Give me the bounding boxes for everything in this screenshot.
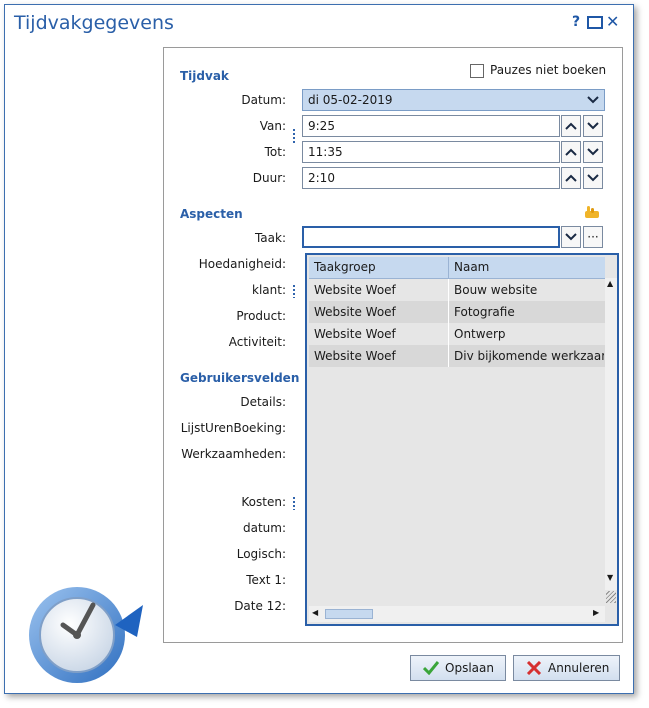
section-tijdvak: Tijdvak: [180, 69, 229, 83]
van-up-button[interactable]: [561, 115, 581, 137]
chevron-down-icon: [587, 122, 599, 130]
column-divider: [448, 323, 449, 345]
scroll-down-icon[interactable]: ▼: [607, 574, 613, 582]
column-header-taakgroep[interactable]: Taakgroep: [314, 260, 376, 274]
chevron-up-icon: [565, 148, 577, 156]
column-divider: [448, 345, 449, 367]
list-item-taakgroep: Website Woef: [314, 327, 396, 341]
close-icon: [526, 661, 542, 675]
chevron-up-icon: [565, 174, 577, 182]
column-divider[interactable]: [448, 257, 449, 278]
list-item[interactable]: Website Woef Ontwerp: [309, 323, 605, 345]
horizontal-scroll-thumb[interactable]: [325, 609, 373, 619]
form-panel: Tijdvak Pauzes niet boeken Datum: di 05-…: [163, 47, 623, 643]
product-label: Product:: [236, 309, 286, 323]
tot-label: Tot:: [264, 145, 286, 159]
window-title: Tijdvakgegevens: [14, 12, 174, 34]
list-item-taakgroep: Website Woef: [314, 305, 396, 319]
chevron-down-icon: [587, 174, 599, 182]
column-divider: [448, 279, 449, 301]
resize-grip-icon[interactable]: [606, 591, 616, 603]
lijst-label: LijstUrenBoeking:: [180, 421, 286, 435]
dropdown-header: Taakgroep Naam: [309, 257, 605, 279]
activiteit-label: Activiteit:: [228, 335, 286, 349]
taak-browse-button[interactable]: ···: [583, 226, 603, 248]
datum-value: di 05-02-2019: [308, 93, 393, 107]
taak-label: Taak:: [254, 231, 286, 245]
list-item-naam: Ontwerp: [454, 327, 506, 341]
drag-handle-icon[interactable]: [293, 284, 295, 298]
vertical-scrollbar[interactable]: ▲ ▼: [605, 278, 617, 590]
taak-dropdown-list: Taakgroep Naam Website Woef Bouw website…: [305, 253, 619, 626]
title-bar: Tijdvakgegevens ? ✕: [5, 5, 633, 43]
chevron-up-icon: [565, 122, 577, 130]
list-item[interactable]: Website Woef Div bijkomende werkzaam: [309, 345, 605, 367]
logisch-label: Logisch:: [236, 547, 286, 561]
list-item[interactable]: Website Woef Bouw website: [309, 279, 605, 301]
list-item-naam: Fotografie: [454, 305, 515, 319]
section-aspecten: Aspecten: [180, 207, 243, 221]
scroll-left-icon[interactable]: ◀: [312, 609, 318, 617]
list-item[interactable]: Website Woef Fotografie: [309, 301, 605, 323]
scroll-right-icon[interactable]: ▶: [593, 609, 599, 617]
save-button-label: Opslaan: [445, 661, 494, 675]
column-header-naam[interactable]: Naam: [454, 260, 489, 274]
van-label: Van:: [259, 119, 286, 133]
dialog-window: Tijdvakgegevens ? ✕ Tijdvak Pauzes niet …: [4, 4, 634, 694]
hoedanigheid-label: Hoedanigheid:: [198, 257, 286, 271]
gv-datum-label: datum:: [242, 521, 286, 535]
pauzes-checkbox[interactable]: [470, 64, 484, 78]
list-item-naam: Bouw website: [454, 283, 538, 297]
drag-handle-icon[interactable]: [293, 496, 295, 510]
duur-up-button[interactable]: [561, 167, 581, 189]
column-divider: [448, 301, 449, 323]
tot-input[interactable]: 11:35: [302, 141, 560, 163]
list-item-naam: Div bijkomende werkzaam: [454, 349, 604, 363]
close-button[interactable]: ✕: [606, 14, 619, 30]
klant-label: klant:: [252, 283, 286, 297]
werkzaamheden-label: Werkzaamheden:: [181, 447, 286, 461]
clock-icon: [19, 575, 149, 685]
datum-label: Datum:: [241, 93, 286, 107]
duur-input[interactable]: 2:10: [302, 167, 560, 189]
datum-select[interactable]: di 05-02-2019: [302, 89, 605, 111]
van-down-button[interactable]: [583, 115, 603, 137]
pauzes-label: Pauzes niet boeken: [490, 63, 607, 77]
hand-icon[interactable]: [584, 205, 602, 219]
scroll-up-icon[interactable]: ▲: [607, 280, 613, 288]
taak-dropdown-button[interactable]: [561, 226, 581, 248]
details-label: Details:: [240, 395, 286, 409]
cancel-button[interactable]: Annuleren: [513, 655, 620, 681]
chevron-down-icon: [565, 233, 577, 241]
kosten-label: Kosten:: [241, 495, 286, 509]
tot-up-button[interactable]: [561, 141, 581, 163]
maximize-button[interactable]: [587, 16, 603, 29]
section-gebruikersvelden: Gebruikersvelden: [180, 371, 300, 385]
help-button[interactable]: ?: [572, 14, 580, 30]
duur-down-button[interactable]: [583, 167, 603, 189]
van-input[interactable]: 9:25: [302, 115, 560, 137]
cancel-button-label: Annuleren: [548, 661, 610, 675]
chevron-down-icon: [587, 96, 599, 104]
drag-handle-icon[interactable]: [293, 128, 295, 144]
duur-label: Duur:: [252, 171, 286, 185]
list-item-taakgroep: Website Woef: [314, 283, 396, 297]
taak-input[interactable]: [302, 226, 560, 248]
date12-label: Date 12:: [234, 599, 286, 613]
text1-label: Text 1:: [246, 573, 286, 587]
tot-down-button[interactable]: [583, 141, 603, 163]
horizontal-scrollbar[interactable]: ◀ ▶: [309, 606, 605, 622]
checkmark-icon: [423, 661, 439, 675]
list-item-taakgroep: Website Woef: [314, 349, 396, 363]
save-button[interactable]: Opslaan: [410, 655, 506, 681]
chevron-down-icon: [587, 148, 599, 156]
